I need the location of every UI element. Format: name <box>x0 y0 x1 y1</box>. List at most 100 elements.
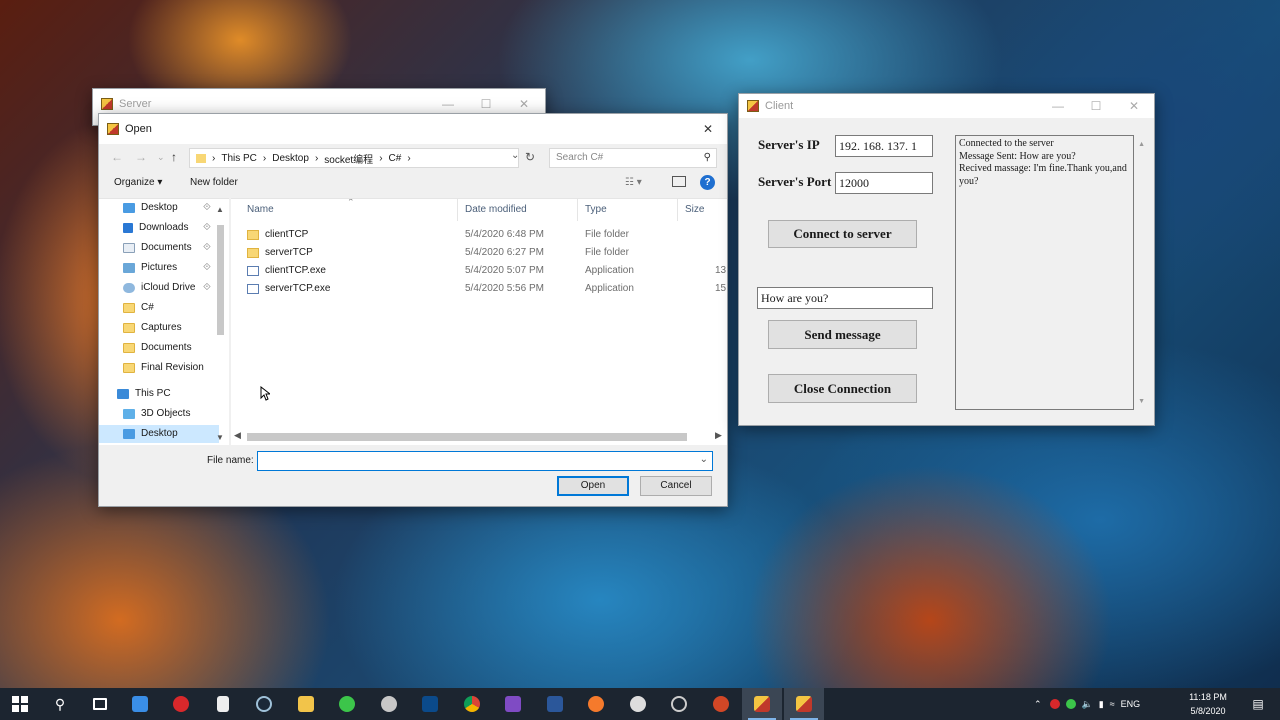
maximize-button[interactable]: ☐ <box>1077 94 1115 118</box>
address-bar[interactable]: › This PC › Desktop › socket编程 › C# › <box>189 148 519 168</box>
breadcrumb-item[interactable]: socket编程 <box>324 151 373 166</box>
breadcrumb-item[interactable]: Desktop <box>272 153 309 164</box>
scroll-right-icon[interactable]: ▶ <box>715 430 722 441</box>
cancel-button[interactable]: Cancel <box>640 476 712 496</box>
folder-icon <box>196 153 206 163</box>
firefox-icon[interactable] <box>576 688 616 720</box>
column-header-date[interactable]: Date modified <box>465 199 527 221</box>
open-dialog[interactable]: Open ✕ ← → ⌄ ↑ › This PC › Desktop › soc… <box>98 113 728 507</box>
tray-chevron-icon[interactable]: ⌃ <box>1034 699 1042 710</box>
forward-icon[interactable]: → <box>135 150 147 164</box>
nav-item-documents[interactable]: Documents ⟐ <box>123 239 211 257</box>
message-input[interactable]: How are you? <box>757 287 933 309</box>
file-name-input[interactable]: ⌄ <box>257 451 713 471</box>
nav-scrollbar[interactable]: ▲ ▼ <box>215 205 225 443</box>
column-header-name[interactable]: Name <box>247 199 274 221</box>
client-window[interactable]: Client — ☐ ✕ Server's IP 192. 168. 137. … <box>738 93 1155 426</box>
close-connection-button[interactable]: Close Connection <box>768 374 917 403</box>
scrollbar-thumb[interactable] <box>217 225 224 335</box>
close-button[interactable]: ✕ <box>1115 94 1153 118</box>
terminal-icon[interactable] <box>410 688 450 720</box>
file-name-label: File name: <box>207 455 254 466</box>
wechat-tray-icon[interactable] <box>1065 699 1076 709</box>
breadcrumb-item[interactable]: This PC <box>221 153 257 164</box>
task-view-icon[interactable] <box>80 688 120 720</box>
start-button[interactable] <box>0 688 40 720</box>
send-message-button[interactable]: Send message <box>768 320 917 349</box>
client-app-icon[interactable] <box>784 688 824 720</box>
clock-app-icon[interactable] <box>618 688 658 720</box>
up-icon[interactable]: ↑ <box>171 150 177 164</box>
clock[interactable]: 11:18 PM 5/8/2020 <box>1178 690 1238 718</box>
help-icon[interactable]: ? <box>700 175 715 190</box>
open-button[interactable]: Open <box>557 476 629 496</box>
column-header-size[interactable]: Size <box>685 199 704 221</box>
recent-chevron-icon[interactable]: ⌄ <box>157 152 165 163</box>
file-row[interactable]: clientTCP 5/4/2020 6:48 PM File folder <box>243 227 727 243</box>
store-icon[interactable] <box>120 688 160 720</box>
nav-item-captures[interactable]: Captures <box>123 319 182 337</box>
open-titlebar[interactable]: Open ✕ <box>99 114 727 144</box>
netease-tray-icon[interactable] <box>1049 699 1060 709</box>
media-icon[interactable] <box>659 688 699 720</box>
port-input[interactable]: 12000 <box>835 172 933 194</box>
preview-pane-icon[interactable] <box>672 176 686 187</box>
steam-icon[interactable] <box>244 688 284 720</box>
nav-item-icloud-drive[interactable]: iCloud Drive ⟐ <box>123 279 211 297</box>
nav-item-desktop-selected[interactable]: Desktop <box>99 425 219 443</box>
organize-button[interactable]: Organize ▾ <box>114 177 162 188</box>
message-log[interactable]: Connected to the server Message Sent: Ho… <box>955 135 1145 410</box>
visual-studio-icon[interactable] <box>493 688 533 720</box>
nav-item-this-pc[interactable]: This PC <box>117 385 171 403</box>
calculator-icon[interactable] <box>203 688 243 720</box>
search-placeholder: Search C# <box>556 152 604 163</box>
view-options-icon[interactable]: ☷ ▾ <box>625 177 642 188</box>
client-titlebar[interactable]: Client — ☐ ✕ <box>739 94 1154 118</box>
nav-item-pictures[interactable]: Pictures ⟐ <box>123 259 211 277</box>
scroll-up-icon[interactable]: ▲ <box>1138 138 1145 151</box>
word-icon[interactable] <box>535 688 575 720</box>
documents-icon <box>123 243 135 253</box>
battery-icon[interactable]: ▮ <box>1099 699 1104 710</box>
chevron-down-icon[interactable]: ⌄ <box>700 454 708 465</box>
back-icon[interactable]: ← <box>111 150 123 164</box>
nav-item-3d-objects[interactable]: 3D Objects <box>123 405 190 423</box>
connect-button[interactable]: Connect to server <box>768 220 917 248</box>
app-icon <box>247 284 259 294</box>
file-row[interactable]: serverTCP 5/4/2020 6:27 PM File folder <box>243 245 727 261</box>
scroll-down-icon[interactable]: ▼ <box>1138 395 1145 408</box>
search-input[interactable]: Search C# ⚲ <box>549 148 717 168</box>
nav-item-final-revision[interactable]: Final Revision <box>123 359 204 377</box>
server-app-icon[interactable] <box>742 688 782 720</box>
breadcrumb-item[interactable]: C# <box>389 153 402 164</box>
close-button[interactable]: ✕ <box>689 114 727 144</box>
nav-item-desktop[interactable]: Desktop ⟐ <box>123 199 211 217</box>
powerpoint-icon[interactable] <box>701 688 741 720</box>
file-row[interactable]: clientTCP.exe 5/4/2020 5:07 PM Applicati… <box>243 263 727 279</box>
wechat-icon[interactable] <box>327 688 367 720</box>
network-icon[interactable]: ≈ <box>1110 699 1115 709</box>
scroll-left-icon[interactable]: ◀ <box>234 430 241 441</box>
column-header-type[interactable]: Type <box>585 199 607 221</box>
scrollbar-thumb[interactable] <box>247 433 687 441</box>
file-row[interactable]: serverTCP.exe 5/4/2020 5:56 PM Applicati… <box>243 281 727 297</box>
refresh-icon[interactable]: ↻ <box>525 150 535 164</box>
scroll-up-icon[interactable]: ▲ <box>216 205 224 214</box>
chrome-icon[interactable] <box>452 688 492 720</box>
paint-icon[interactable] <box>369 688 409 720</box>
notifications-icon[interactable]: ▤ <box>1238 688 1278 720</box>
nav-item-csharp[interactable]: C# <box>123 299 154 317</box>
nav-item-downloads[interactable]: Downloads ⟐ <box>123 219 211 237</box>
volume-icon[interactable]: 🔈 <box>1082 699 1093 710</box>
scroll-down-icon[interactable]: ▼ <box>216 433 224 442</box>
netease-icon[interactable] <box>161 688 201 720</box>
nav-item-documents-folder[interactable]: Documents <box>123 339 192 357</box>
file-explorer-icon[interactable] <box>286 688 326 720</box>
search-icon[interactable]: ⚲ <box>40 688 80 720</box>
minimize-button[interactable]: — <box>1039 94 1077 118</box>
ip-input[interactable]: 192. 168. 137. 1 <box>835 135 933 157</box>
language-indicator[interactable]: ENG <box>1121 699 1141 709</box>
horizontal-scrollbar[interactable]: ◀ ▶ <box>231 430 727 444</box>
chevron-down-icon[interactable]: ⌄ <box>511 150 519 161</box>
new-folder-button[interactable]: New folder <box>190 177 238 188</box>
